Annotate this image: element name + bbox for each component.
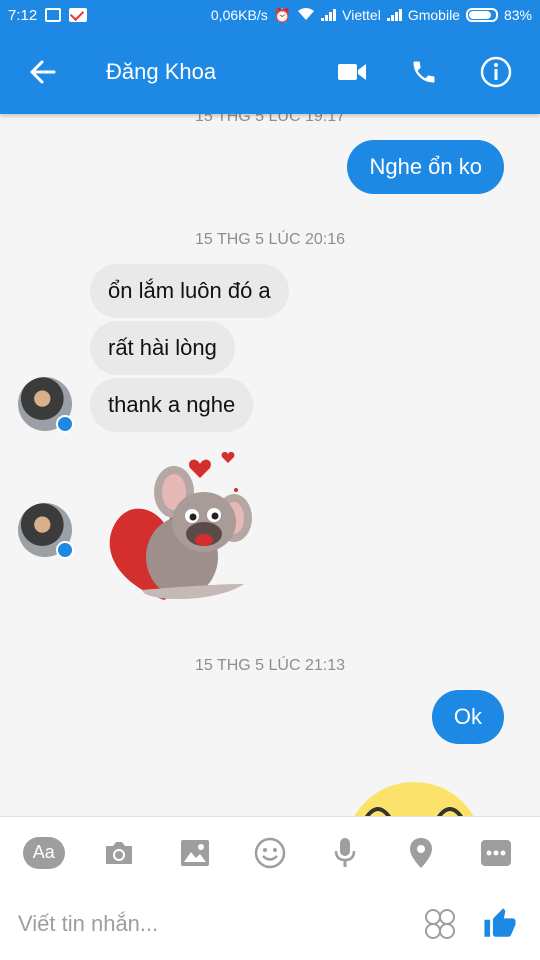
info-button[interactable] [470, 46, 522, 98]
network-speed: 0,06KB/s [210, 7, 268, 23]
back-button[interactable] [0, 30, 84, 114]
voice-message-button[interactable] [317, 825, 373, 881]
emoji-button[interactable] [242, 825, 298, 881]
phone-icon [413, 61, 435, 83]
conversation-header: Đăng Khoa [0, 30, 540, 114]
message-bubble-incoming[interactable]: thank a nghe [90, 378, 254, 432]
timestamp: 15 THG 5 LÚC 20:16 [194, 231, 345, 248]
emoji-icon [254, 837, 286, 868]
sticker-faces-icon [425, 909, 455, 939]
status-time: 7:12 [8, 6, 38, 24]
gallery-notification-icon [45, 8, 62, 22]
signal-icon-2 [386, 9, 402, 21]
timestamp: 15 THG 5 LÚC 19:17 [194, 114, 345, 125]
video-call-button[interactable] [326, 46, 378, 98]
composer-toolbar: Aa [0, 816, 540, 888]
more-button[interactable] [468, 825, 524, 881]
message-bubble-incoming[interactable]: rất hài lòng [90, 321, 235, 375]
carrier-2: Gmobile [407, 7, 460, 23]
location-button[interactable] [393, 825, 449, 881]
wifi-icon [297, 7, 315, 24]
status-bar: 7:12 0,06KB/s ⏰ Viettel Gmobile 83% [0, 0, 540, 30]
sticker-button[interactable] [412, 896, 468, 952]
alarm-icon: ⏰ [273, 6, 292, 23]
sticker-mouse-heart[interactable] [104, 451, 254, 604]
message-list[interactable]: 15 THG 5 LÚC 19:17 Nghe ổn ko 15 THG 5 L… [0, 114, 540, 816]
message-bubble-outgoing[interactable]: Ok [431, 690, 504, 744]
like-button[interactable] [468, 892, 532, 956]
messenger-badge-icon [56, 415, 74, 433]
gallery-button[interactable] [167, 825, 223, 881]
timestamp: 15 THG 5 LÚC 21:13 [194, 657, 345, 674]
voice-call-button[interactable] [398, 46, 450, 98]
carrier-1: Viettel [342, 7, 381, 23]
more-icon [481, 839, 512, 866]
info-icon [480, 56, 512, 88]
messenger-badge-icon [56, 541, 74, 559]
location-icon [409, 837, 432, 868]
camera-button[interactable] [91, 825, 147, 881]
microphone-icon [335, 837, 356, 867]
contact-avatar[interactable] [18, 503, 74, 559]
image-icon [180, 839, 209, 866]
text-format-button[interactable]: Aa [16, 825, 72, 881]
contact-name[interactable]: Đăng Khoa [106, 59, 216, 85]
message-bubble-incoming[interactable]: ổn lắm luôn đó a [90, 264, 289, 318]
signal-icon [321, 9, 337, 21]
thumbs-up-icon [484, 908, 516, 937]
arrow-left-icon [30, 60, 56, 84]
emoji-sticker[interactable] [344, 778, 484, 816]
video-camera-icon [338, 64, 366, 80]
gmail-notification-icon [69, 8, 88, 22]
message-input[interactable]: Viết tin nhắn... [18, 911, 158, 937]
message-bubble-outgoing[interactable]: Nghe ổn ko [347, 140, 504, 194]
contact-avatar[interactable] [18, 377, 74, 433]
battery-icon [465, 8, 498, 22]
battery-level: 83% [503, 7, 532, 23]
composer: Viết tin nhắn... [0, 888, 540, 960]
camera-icon [106, 841, 133, 864]
aa-label: Aa [22, 836, 65, 869]
